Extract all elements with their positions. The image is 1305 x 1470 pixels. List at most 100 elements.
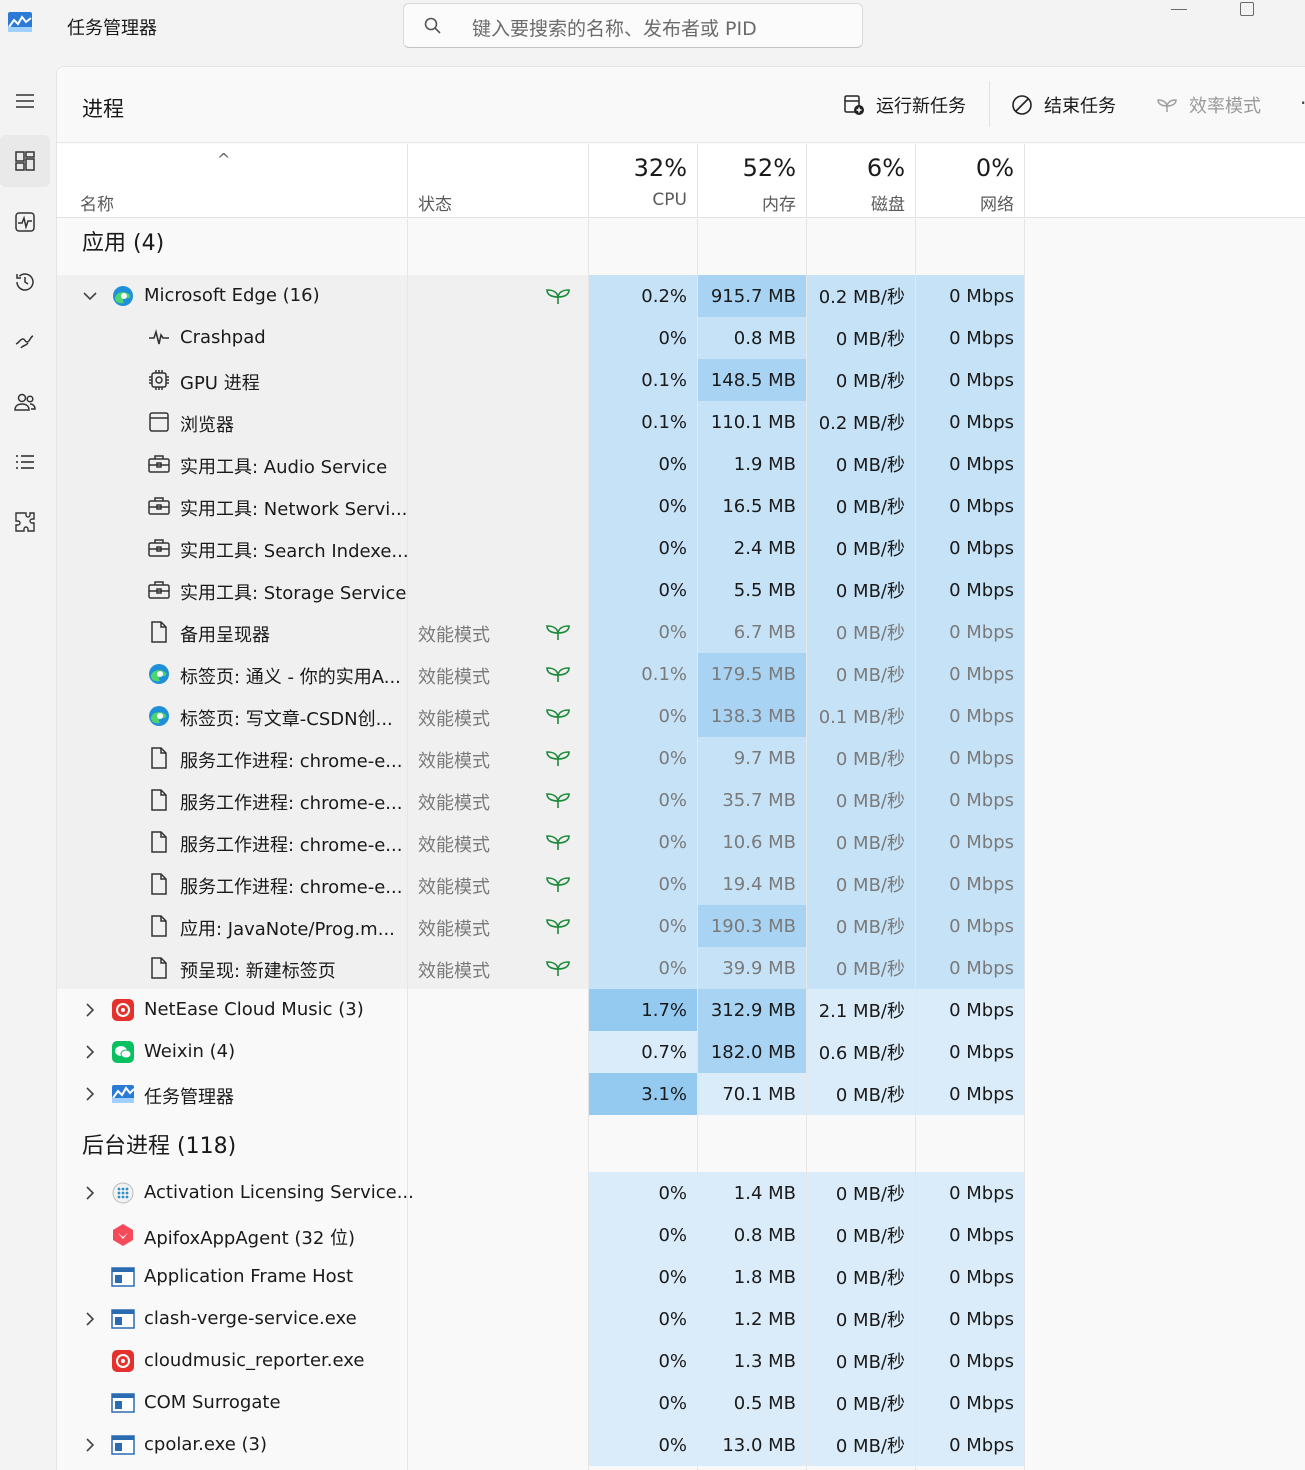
process-row[interactable]: 服务工作进程: chrome-e... 效能模式 0% 19.4 MB 0 MB/秒 0 … xyxy=(57,863,1305,905)
process-name: 实用工具: Audio Service xyxy=(180,457,388,478)
process-name-cell[interactable]: Application Frame Host xyxy=(57,1256,407,1298)
process-row[interactable]: 应用: JavaNote/Prog.m... 效能模式 0% 190.3 MB 0 MB… xyxy=(57,905,1305,947)
process-row[interactable]: 服务工作进程: chrome-e... 效能模式 0% 10.6 MB 0 MB/秒 0 … xyxy=(57,821,1305,863)
maximize-button[interactable] xyxy=(1240,2,1254,16)
nav-services[interactable] xyxy=(0,496,50,548)
chevron-right-icon[interactable] xyxy=(81,1436,99,1454)
process-name-cell[interactable]: 服务工作进程: chrome-e... xyxy=(57,779,407,821)
process-row[interactable]: COM Surrogate 0% 0.5 MB 0 MB/秒 0 Mbps xyxy=(57,1382,1305,1424)
process-name-cell[interactable]: 标签页: 通义 - 你的实用A... xyxy=(57,653,407,695)
process-row[interactable]: 实用工具: Search Indexe... 0% 2.4 MB 0 MB/秒 0 Mb… xyxy=(57,527,1305,569)
search-box[interactable]: 键入要搜索的名称、发布者或 PID xyxy=(403,3,863,48)
end-task-icon xyxy=(1012,95,1032,115)
nav-menu-button[interactable] xyxy=(0,75,50,127)
nav-processes[interactable] xyxy=(0,135,50,187)
process-name-cell[interactable]: cloudmusic_reporter.exe xyxy=(57,1340,407,1382)
exe-window-icon xyxy=(111,1265,135,1289)
process-row[interactable]: Weixin (4) 0.7% 182.0 MB 0.6 MB/秒 0 Mbps xyxy=(57,1031,1305,1073)
process-row[interactable]: cpolar.exe (3) 0% 13.0 MB 0 MB/秒 0 Mbps xyxy=(57,1424,1305,1466)
process-name: clash-verge-service.exe xyxy=(144,1308,357,1329)
minimize-button[interactable] xyxy=(1171,9,1187,10)
process-row[interactable]: 实用工具: Audio Service 0% 1.9 MB 0 MB/秒 0 Mbps xyxy=(57,443,1305,485)
utility-toolbox-icon xyxy=(147,452,171,476)
process-row[interactable]: Activation Licensing Service... 0% 1.4 MB 0… xyxy=(57,1172,1305,1214)
edge-icon xyxy=(147,704,171,728)
process-name-cell[interactable]: Weixin (4) xyxy=(57,1031,407,1073)
process-name-cell[interactable]: 预呈现: 新建标签页 xyxy=(57,947,407,989)
process-row[interactable]: 预呈现: 新建标签页 效能模式 0% 39.9 MB 0 MB/秒 0 Mbps xyxy=(57,947,1305,989)
process-name-cell[interactable]: COM Surrogate xyxy=(57,1382,407,1424)
disk-value: 0 MB/秒 xyxy=(807,485,915,527)
efficiency-mode-status: 效能模式 xyxy=(418,625,490,646)
process-name-cell[interactable]: Activation Licensing Service... xyxy=(57,1172,414,1214)
process-name-cell[interactable]: 服务工作进程: chrome-e... xyxy=(57,737,407,779)
process-name-cell[interactable]: ApifoxAppAgent (32 位) xyxy=(57,1214,407,1256)
chevron-right-icon[interactable] xyxy=(81,1001,99,1019)
memory-value: 5.5 MB xyxy=(698,569,806,611)
process-row[interactable]: 实用工具: Network Servi... 0% 16.5 MB 0 MB/秒 0 M… xyxy=(57,485,1305,527)
process-name-cell[interactable]: clash-verge-service.exe xyxy=(57,1298,407,1340)
process-name-cell[interactable]: Crashpad xyxy=(57,317,407,359)
more-options-icon[interactable]: · xyxy=(1300,91,1305,115)
process-name-cell[interactable]: Microsoft Edge (16) xyxy=(57,275,407,317)
process-row[interactable]: cloudmusic_reporter.exe 0% 1.3 MB 0 MB/秒 0 M… xyxy=(57,1340,1305,1382)
process-name-cell[interactable]: 浏览器 xyxy=(57,401,407,443)
exe-window-icon xyxy=(111,1391,135,1415)
process-name-cell[interactable]: 应用: JavaNote/Prog.m... xyxy=(57,905,407,947)
process-row[interactable]: 浏览器 0.1% 110.1 MB 0.2 MB/秒 0 Mbps xyxy=(57,401,1305,443)
process-name-cell[interactable]: 任务管理器 xyxy=(57,1073,407,1115)
column-name-header[interactable]: ^ 名称 xyxy=(57,144,408,218)
end-task-button[interactable]: 结束任务 xyxy=(1010,89,1116,121)
process-name-cell[interactable]: NetEase Cloud Music (3) xyxy=(57,989,407,1031)
exe-window-icon xyxy=(111,1307,135,1331)
efficiency-leaf-icon xyxy=(545,830,571,854)
chevron-right-icon[interactable] xyxy=(81,1085,99,1103)
cpu-value: 0% xyxy=(589,485,697,527)
nav-startup[interactable] xyxy=(0,316,50,368)
process-name-cell[interactable]: 实用工具: Network Servi... xyxy=(57,485,407,527)
nav-app-history[interactable] xyxy=(0,256,50,308)
memory-value: 190.3 MB xyxy=(698,905,806,947)
process-row[interactable]: NetEase Cloud Music (3) 1.7% 312.9 MB 2.1 M… xyxy=(57,989,1305,1031)
process-row[interactable]: 标签页: 写文章-CSDN创... 效能模式 0% 138.3 MB 0.1 MB/秒 0… xyxy=(57,695,1305,737)
chevron-right-icon[interactable] xyxy=(81,1043,99,1061)
process-row[interactable]: Application Frame Host 0% 1.8 MB 0 MB/秒 0 Mb… xyxy=(57,1256,1305,1298)
process-row[interactable]: Crashpad 0% 0.8 MB 0 MB/秒 0 Mbps xyxy=(57,317,1305,359)
cpu-value: 0% xyxy=(589,527,697,569)
efficiency-mode-button[interactable]: 效率模式 xyxy=(1155,89,1261,121)
column-status-header[interactable]: 状态 xyxy=(408,144,589,218)
process-row[interactable]: 服务工作进程: chrome-e... 效能模式 0% 9.7 MB 0 MB/秒 0 M… xyxy=(57,737,1305,779)
process-name-cell[interactable]: 备用呈现器 xyxy=(57,611,407,653)
column-cpu-header[interactable]: 32% CPU xyxy=(589,144,698,218)
process-row[interactable]: ApifoxAppAgent (32 位) 0% 0.8 MB 0 MB/秒 0 Mbp… xyxy=(57,1214,1305,1256)
process-row[interactable]: clash-verge-service.exe 0% 1.2 MB 0 MB/秒 0 M… xyxy=(57,1298,1305,1340)
process-row[interactable]: Microsoft Edge (16) 0.2% 915.7 MB 0.2 MB/秒 0… xyxy=(57,275,1305,317)
process-row[interactable]: 备用呈现器 效能模式 0% 6.7 MB 0 MB/秒 0 Mbps xyxy=(57,611,1305,653)
cpu-value: 1.7% xyxy=(589,989,697,1031)
crashpad-pulse-icon xyxy=(147,326,171,350)
process-status-cell xyxy=(408,1172,588,1214)
process-row[interactable]: GPU 进程 0.1% 148.5 MB 0 MB/秒 0 Mbps xyxy=(57,359,1305,401)
process-name-cell[interactable]: 服务工作进程: chrome-e... xyxy=(57,821,407,863)
column-network-header[interactable]: 0% 网络 xyxy=(916,144,1025,218)
process-name-cell[interactable]: 实用工具: Audio Service xyxy=(57,443,407,485)
process-name-cell[interactable]: 实用工具: Storage Service xyxy=(57,569,407,611)
process-row[interactable]: 标签页: 通义 - 你的实用A... 效能模式 0.1% 179.5 MB 0 MB/秒… xyxy=(57,653,1305,695)
chevron-right-icon[interactable] xyxy=(81,1310,99,1328)
nav-performance[interactable] xyxy=(0,196,50,248)
process-name-cell[interactable]: 标签页: 写文章-CSDN创... xyxy=(57,695,407,737)
column-disk-header[interactable]: 6% 磁盘 xyxy=(807,144,916,218)
process-name-cell[interactable]: 服务工作进程: chrome-e... xyxy=(57,863,407,905)
process-row[interactable]: 任务管理器 3.1% 70.1 MB 0 MB/秒 0 Mbps xyxy=(57,1073,1305,1115)
chevron-down-icon[interactable] xyxy=(81,287,99,305)
process-name-cell[interactable]: cpolar.exe (3) xyxy=(57,1424,407,1466)
run-new-task-button[interactable]: 运行新任务 xyxy=(842,89,966,121)
chevron-right-icon[interactable] xyxy=(81,1184,99,1202)
process-name-cell[interactable]: 实用工具: Search Indexe... xyxy=(57,527,409,569)
process-row[interactable]: 服务工作进程: chrome-e... 效能模式 0% 35.7 MB 0 MB/秒 0 … xyxy=(57,779,1305,821)
process-row[interactable]: 实用工具: Storage Service 0% 5.5 MB 0 MB/秒 0 Mbp… xyxy=(57,569,1305,611)
process-name-cell[interactable]: GPU 进程 xyxy=(57,359,407,401)
nav-users[interactable] xyxy=(0,376,50,428)
nav-details[interactable] xyxy=(0,436,50,488)
column-memory-header[interactable]: 52% 内存 xyxy=(698,144,807,218)
